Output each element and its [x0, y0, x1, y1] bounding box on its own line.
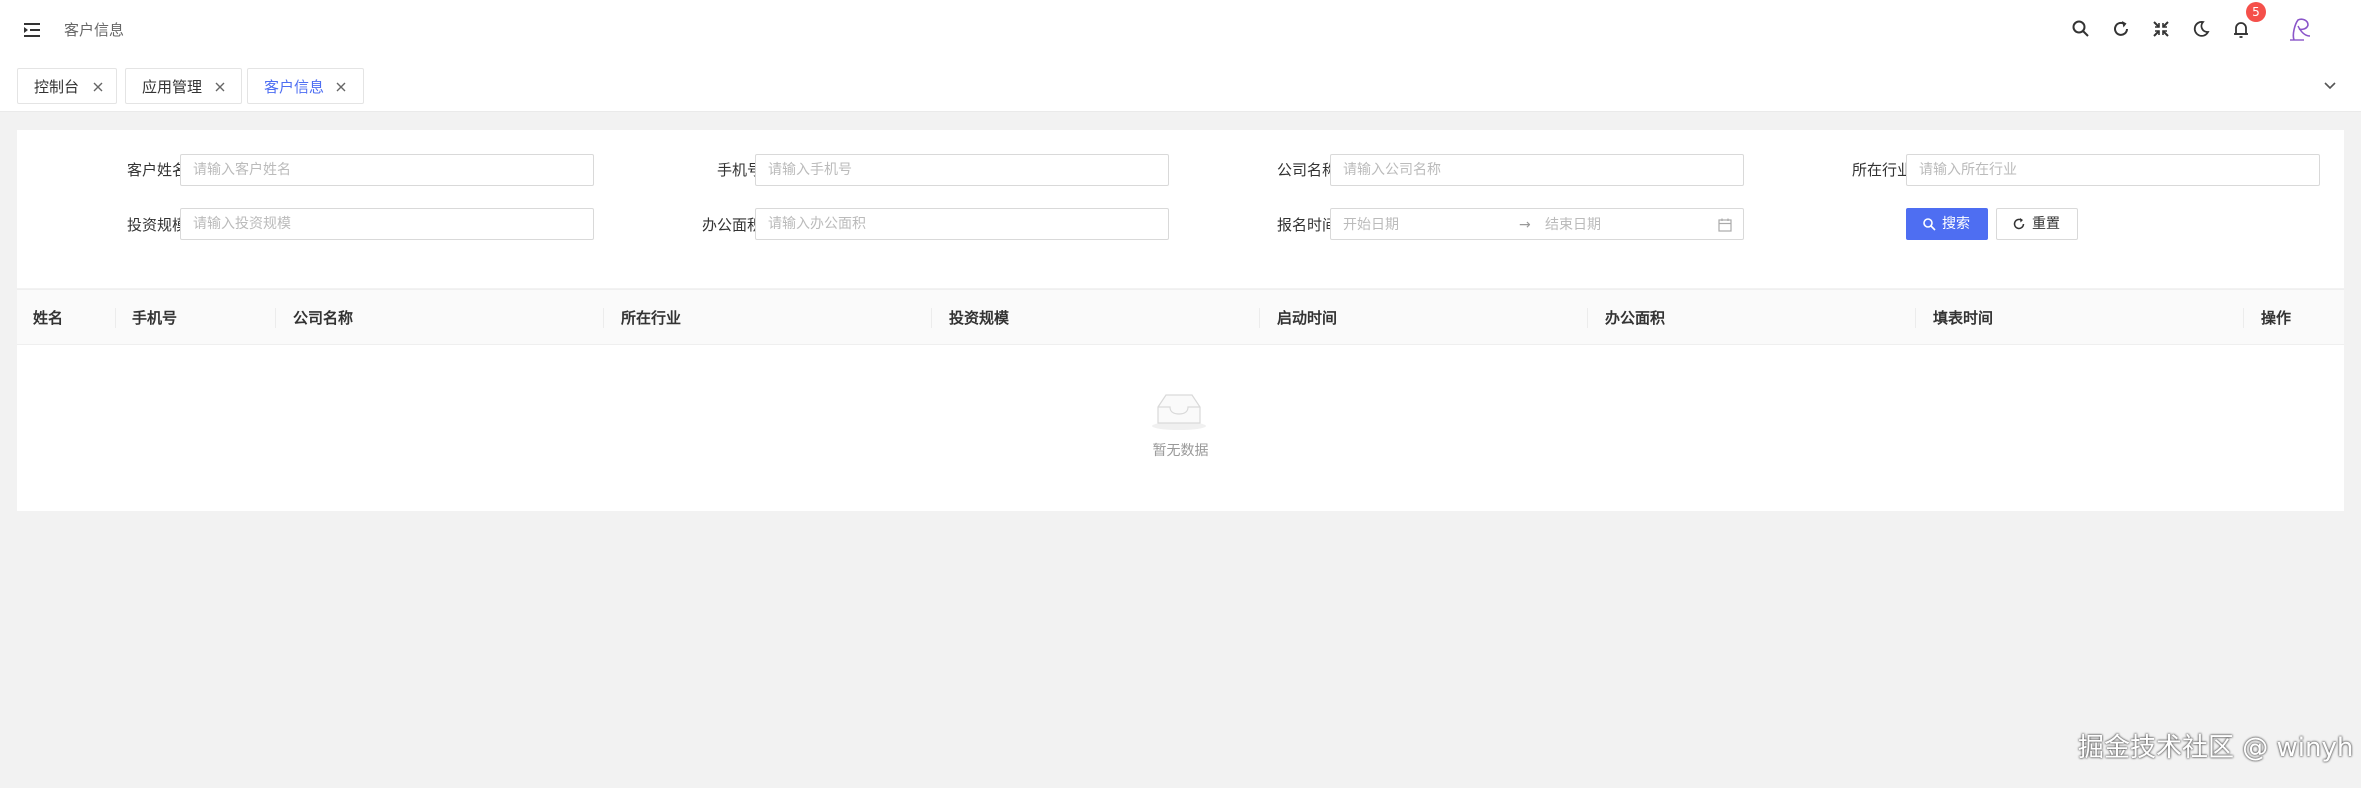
column-header-phone: 手机号	[132, 309, 178, 327]
close-icon[interactable]	[212, 79, 228, 95]
column-header-fill-time: 填表时间	[1933, 309, 1994, 327]
range-separator: →	[1519, 217, 1531, 233]
column-header-start-time: 启动时间	[1277, 309, 1338, 327]
tab-label: 客户信息	[264, 78, 325, 96]
column-header-name: 姓名	[33, 309, 64, 327]
tab-customer-info[interactable]: 客户信息	[247, 68, 364, 104]
field-label-phone: 手机号:	[716, 161, 767, 179]
search-icon[interactable]	[2069, 17, 2093, 41]
company-name-input[interactable]: 请输入公司名称	[1330, 154, 1744, 186]
tab-label: 控制台	[34, 78, 80, 96]
column-divider	[275, 308, 276, 328]
tab-app-management[interactable]: 应用管理	[125, 68, 242, 104]
end-date-input[interactable]: 结束日期	[1545, 215, 1601, 235]
phone-input[interactable]: 请输入手机号	[755, 154, 1169, 186]
watermark: 掘金技术社区 @ winyh	[2078, 733, 2354, 763]
column-header-company: 公司名称	[293, 309, 354, 327]
chevron-down-icon[interactable]	[2320, 76, 2340, 96]
close-icon[interactable]	[333, 79, 349, 95]
tab-label: 应用管理	[142, 78, 203, 96]
column-divider	[931, 308, 932, 328]
office-area-input[interactable]: 请输入办公面积	[755, 208, 1169, 240]
close-icon[interactable]	[90, 79, 106, 95]
field-label-office-area: 办公面积:	[701, 216, 767, 234]
field-label-company-name: 公司名称:	[1276, 161, 1342, 179]
top-header: 客户信息 5	[0, 0, 2361, 60]
column-header-investment: 投资规模	[949, 309, 1010, 327]
search-button-label: 搜索	[1942, 216, 1970, 232]
table-header: 姓名 手机号 公司名称 所在行业 投资规模 启动时间 办公面积 填表时间 操作	[17, 289, 2344, 345]
column-divider	[1259, 308, 1260, 328]
breadcrumb: 客户信息	[64, 21, 125, 39]
empty-state-text: 暂无数据	[1152, 443, 1209, 459]
avatar[interactable]	[2284, 14, 2316, 46]
field-label-signup-time: 报名时间:	[1276, 216, 1342, 234]
calendar-icon	[1718, 218, 1732, 232]
start-date-input[interactable]: 开始日期	[1343, 215, 1399, 235]
reset-button-label: 重置	[2032, 216, 2060, 232]
dark-mode-icon[interactable]	[2189, 17, 2213, 41]
notification-badge: 5	[2246, 2, 2266, 22]
data-table: 姓名 手机号 公司名称 所在行业 投资规模 启动时间 办公面积 填表时间 操作 …	[17, 289, 2344, 511]
customer-name-input[interactable]: 请输入客户姓名	[180, 154, 594, 186]
column-header-industry: 所在行业	[621, 309, 682, 327]
tabs-bar: 控制台 应用管理 客户信息	[0, 60, 2361, 112]
column-divider	[1915, 308, 1916, 328]
empty-inbox-icon	[1152, 394, 1206, 430]
search-icon	[1923, 218, 1936, 231]
column-divider	[115, 308, 116, 328]
industry-input[interactable]: 请输入所在行业	[1906, 154, 2320, 186]
bell-icon[interactable]	[2229, 17, 2253, 41]
search-form: 客户姓名: 请输入客户姓名 手机号: 请输入手机号 公司名称: 请输入公司名称 …	[17, 130, 2344, 288]
refresh-icon[interactable]	[2109, 17, 2133, 41]
field-label-industry: 所在行业:	[1851, 161, 1917, 179]
column-divider	[603, 308, 604, 328]
search-button[interactable]: 搜索	[1906, 208, 1988, 240]
column-header-actions: 操作	[2261, 309, 2292, 327]
column-divider	[1587, 308, 1588, 328]
fullscreen-icon[interactable]	[2149, 17, 2173, 41]
signup-date-range[interactable]: 开始日期 → 结束日期	[1330, 208, 1744, 240]
investment-scale-input[interactable]: 请输入投资规模	[180, 208, 594, 240]
column-header-office-area: 办公面积	[1605, 309, 1666, 327]
column-divider	[2243, 308, 2244, 328]
reset-icon	[2013, 218, 2025, 230]
menu-fold-icon[interactable]	[22, 20, 44, 40]
reset-button[interactable]: 重置	[1996, 208, 2078, 240]
tab-dashboard[interactable]: 控制台	[17, 68, 117, 104]
